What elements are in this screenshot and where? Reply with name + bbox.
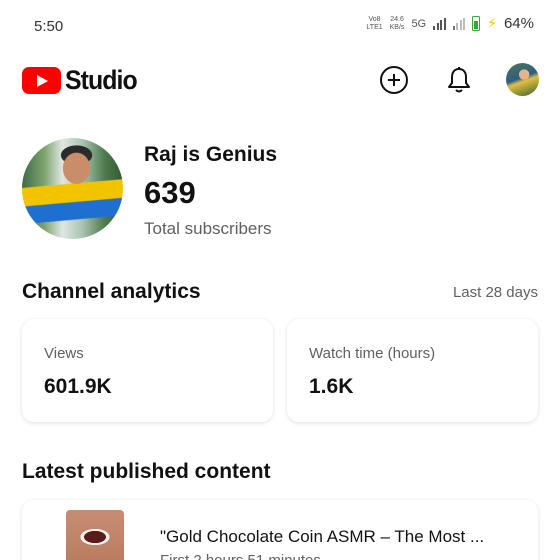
channel-name: Raj is Genius bbox=[144, 143, 278, 166]
logo-text: Studio bbox=[65, 65, 138, 95]
subscriber-count: 639 bbox=[144, 175, 196, 210]
signal-weak-icon bbox=[452, 17, 466, 30]
add-circle-icon bbox=[380, 66, 408, 94]
views-label: Views bbox=[44, 345, 84, 362]
volte-top-text: Vo8 bbox=[368, 15, 381, 23]
status-time: 5:50 bbox=[34, 18, 64, 35]
network-speed-unit: KB/s bbox=[389, 23, 405, 31]
watch-time-label: Watch time (hours) bbox=[309, 345, 436, 362]
subscriber-label: Total subscribers bbox=[144, 219, 272, 238]
status-bar: 5:50 Vo8 LTE1 24.6 KB/s 5G ⚡ 64% bbox=[0, 0, 560, 56]
studio-logo[interactable]: Studio bbox=[22, 65, 143, 96]
network-speed: 24.6 KB/s bbox=[390, 16, 405, 32]
latest-content-title: Latest published content bbox=[22, 460, 271, 483]
views-value: 601.9K bbox=[44, 375, 112, 398]
volte-indicator: Vo8 LTE1 bbox=[366, 16, 382, 32]
network-type: 5G bbox=[411, 17, 427, 30]
video-title: "Gold Chocolate Coin ASMR – The Most ... bbox=[160, 527, 485, 546]
battery-percent: 64% bbox=[503, 15, 534, 32]
analytics-title: Channel analytics bbox=[22, 280, 201, 303]
battery-icon bbox=[472, 16, 481, 31]
bell-icon bbox=[448, 67, 470, 93]
charging-bolt-icon: ⚡ bbox=[487, 15, 497, 31]
watch-time-card[interactable]: Watch time (hours) 1.6K bbox=[287, 319, 538, 422]
analytics-period: Last 28 days bbox=[452, 284, 538, 301]
notifications-button[interactable] bbox=[444, 65, 474, 95]
account-avatar[interactable] bbox=[506, 63, 539, 96]
watch-time-value: 1.6K bbox=[309, 375, 354, 398]
status-icons: Vo8 LTE1 24.6 KB/s 5G ⚡ 64% bbox=[366, 15, 534, 32]
create-button[interactable] bbox=[379, 65, 409, 95]
views-card[interactable]: Views 601.9K bbox=[22, 319, 273, 422]
latest-content-card[interactable]: "Gold Chocolate Coin ASMR – The Most ...… bbox=[22, 500, 538, 560]
video-subtitle: First 2 hours 51 minutes bbox=[160, 552, 321, 560]
network-speed-value: 24.6 bbox=[390, 15, 404, 23]
volte-bottom-text: LTE1 bbox=[366, 23, 383, 31]
channel-avatar bbox=[22, 138, 123, 239]
youtube-play-icon bbox=[22, 67, 61, 94]
video-thumbnail bbox=[66, 510, 124, 560]
signal-strong-icon bbox=[433, 17, 446, 30]
app-header: Studio bbox=[0, 58, 560, 102]
